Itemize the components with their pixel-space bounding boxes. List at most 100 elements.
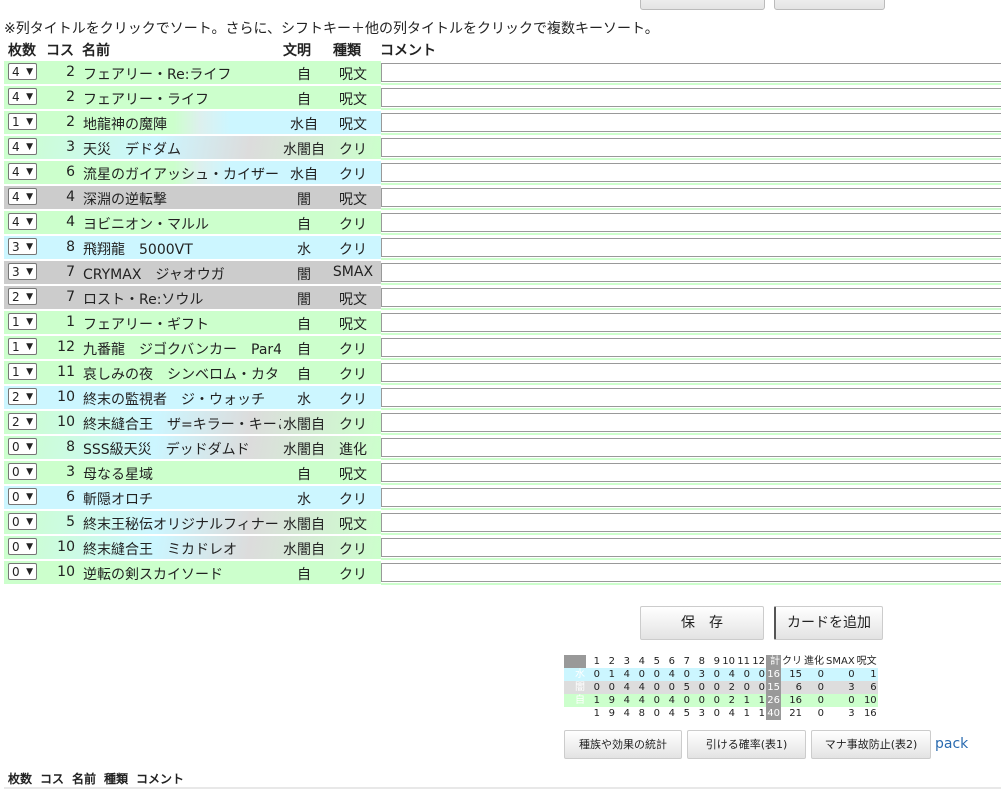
card-civilization: 闇 (297, 192, 311, 208)
qty-select[interactable]: 4 ▼ (8, 163, 37, 180)
qty-select[interactable]: 1 ▼ (8, 363, 37, 380)
card-name: SSS級天災 デッドダムド (83, 442, 250, 458)
card-civilization: 水自 (290, 117, 318, 133)
card-type: 呪文 (339, 317, 367, 333)
stats-cell: 40 (766, 707, 781, 720)
comment-input[interactable] (381, 88, 1001, 107)
comment-input[interactable] (381, 513, 1001, 532)
card-civilization: 闇 (297, 292, 311, 308)
comment-underline (381, 333, 1001, 335)
top-button-left[interactable] (640, 0, 765, 10)
qty-select[interactable]: 0 ▼ (8, 438, 37, 455)
qty-select[interactable]: 1 ▼ (8, 113, 37, 130)
qty-select[interactable]: 3 ▼ (8, 238, 37, 255)
card-cost: 12 (57, 339, 75, 355)
header-qty[interactable]: 枚数 (8, 40, 36, 60)
comment-input[interactable] (381, 313, 1001, 332)
comment-input[interactable] (381, 238, 1001, 257)
comment-input[interactable] (381, 213, 1001, 232)
stats-cell: 4 (616, 681, 631, 694)
card-civilization: 水 (297, 392, 311, 408)
add-card-button[interactable]: カードを追加 (774, 606, 883, 640)
card-type: クリ (339, 242, 367, 258)
stats-cell: 16 (766, 668, 781, 681)
stats-cell: 4 (616, 707, 631, 720)
card-type: クリ (339, 167, 367, 183)
comment-input[interactable] (381, 363, 1001, 382)
comment-input[interactable] (381, 138, 1001, 157)
qty-select[interactable]: 4 ▼ (8, 63, 37, 80)
comment-underline (381, 208, 1001, 210)
comment-input[interactable] (381, 263, 1001, 282)
comment-input[interactable] (381, 113, 1001, 132)
card-type: クリ (339, 492, 367, 508)
qty-select[interactable]: 3 ▼ (8, 263, 37, 280)
top-button-right[interactable] (774, 0, 885, 10)
chevron-down-icon: ▼ (26, 92, 33, 102)
bottom-header-name[interactable]: 名前 (72, 770, 96, 787)
qty-select[interactable]: 2 ▼ (8, 288, 37, 305)
qty-select[interactable]: 0 ▼ (8, 488, 37, 505)
qty-select[interactable]: 4 ▼ (8, 88, 37, 105)
comment-input[interactable] (381, 63, 1001, 82)
stats-cell: 4 (631, 681, 646, 694)
card-name: 飛翔龍 5000VT (83, 242, 193, 258)
comment-input[interactable] (381, 538, 1001, 557)
card-civilization: 自 (297, 367, 311, 383)
card-row: 3 ▼ 7 CRYMAX ジャオウガ 闇 SMAX (4, 261, 1001, 286)
comment-input[interactable] (381, 163, 1001, 182)
qty-select[interactable]: 4 ▼ (8, 138, 37, 155)
qty-select[interactable]: 1 ▼ (8, 313, 37, 330)
card-name: フェアリー・ギフト (83, 317, 209, 333)
qty-select[interactable]: 0 ▼ (8, 563, 37, 580)
comment-input[interactable] (381, 563, 1001, 582)
card-civilization: 自 (297, 567, 311, 583)
header-civ[interactable]: 文明 (283, 40, 311, 60)
comment-input[interactable] (381, 388, 1001, 407)
stats-button[interactable]: 種族や効果の統計 (564, 730, 682, 759)
save-button[interactable]: 保 存 (640, 606, 764, 640)
header-cost[interactable]: コス (46, 40, 74, 60)
stats-cell: 0 (706, 668, 721, 681)
card-cost: 8 (66, 239, 75, 255)
comment-input[interactable] (381, 188, 1001, 207)
card-cost: 3 (66, 464, 75, 480)
bottom-header-comment[interactable]: コメント (136, 770, 184, 787)
stats-cell: 0 (646, 681, 661, 694)
card-row: 4 ▼ 2 フェアリー・ライフ 自 呪文 (4, 86, 1001, 111)
stats-cell: 0 (586, 681, 601, 694)
stats-header-cell: 7 (676, 655, 691, 668)
comment-input[interactable] (381, 413, 1001, 432)
qty-select[interactable]: 2 ▼ (8, 388, 37, 405)
stats-cell: 0 (676, 694, 691, 707)
comment-input[interactable] (381, 463, 1001, 482)
bottom-header-type[interactable]: 種類 (104, 770, 128, 787)
bottom-header-qty[interactable]: 枚数 (8, 770, 32, 787)
stats-cell: 1 (586, 707, 601, 720)
comment-input[interactable] (381, 288, 1001, 307)
stats-cell: 21 (781, 707, 803, 720)
qty-select[interactable]: 4 ▼ (8, 213, 37, 230)
comment-input[interactable] (381, 438, 1001, 457)
pack-link[interactable]: pack (935, 736, 968, 752)
qty-select[interactable]: 4 ▼ (8, 188, 37, 205)
header-type[interactable]: 種類 (333, 40, 361, 60)
bottom-header-cost[interactable]: コス (40, 770, 64, 787)
comment-input[interactable] (381, 488, 1001, 507)
chevron-down-icon: ▼ (26, 492, 33, 502)
header-comment[interactable]: コメント (380, 40, 436, 60)
chevron-down-icon: ▼ (26, 317, 33, 327)
qty-select[interactable]: 1 ▼ (8, 338, 37, 355)
qty-select[interactable]: 0 ▼ (8, 513, 37, 530)
draw-probability-button[interactable]: 引ける確率(表1) (687, 730, 806, 759)
card-type: 進化 (339, 442, 367, 458)
mana-accident-button[interactable]: マナ事故防止(表2) (811, 730, 931, 759)
stats-header-cell: 進化 (803, 655, 825, 668)
card-row: 4 ▼ 3 天災 デドダム 水闇自 クリ (4, 136, 1001, 161)
qty-select[interactable]: 0 ▼ (8, 538, 37, 555)
qty-select[interactable]: 2 ▼ (8, 413, 37, 430)
comment-input[interactable] (381, 338, 1001, 357)
header-name[interactable]: 名前 (82, 40, 110, 60)
qty-select[interactable]: 0 ▼ (8, 463, 37, 480)
card-cost: 4 (66, 214, 75, 230)
